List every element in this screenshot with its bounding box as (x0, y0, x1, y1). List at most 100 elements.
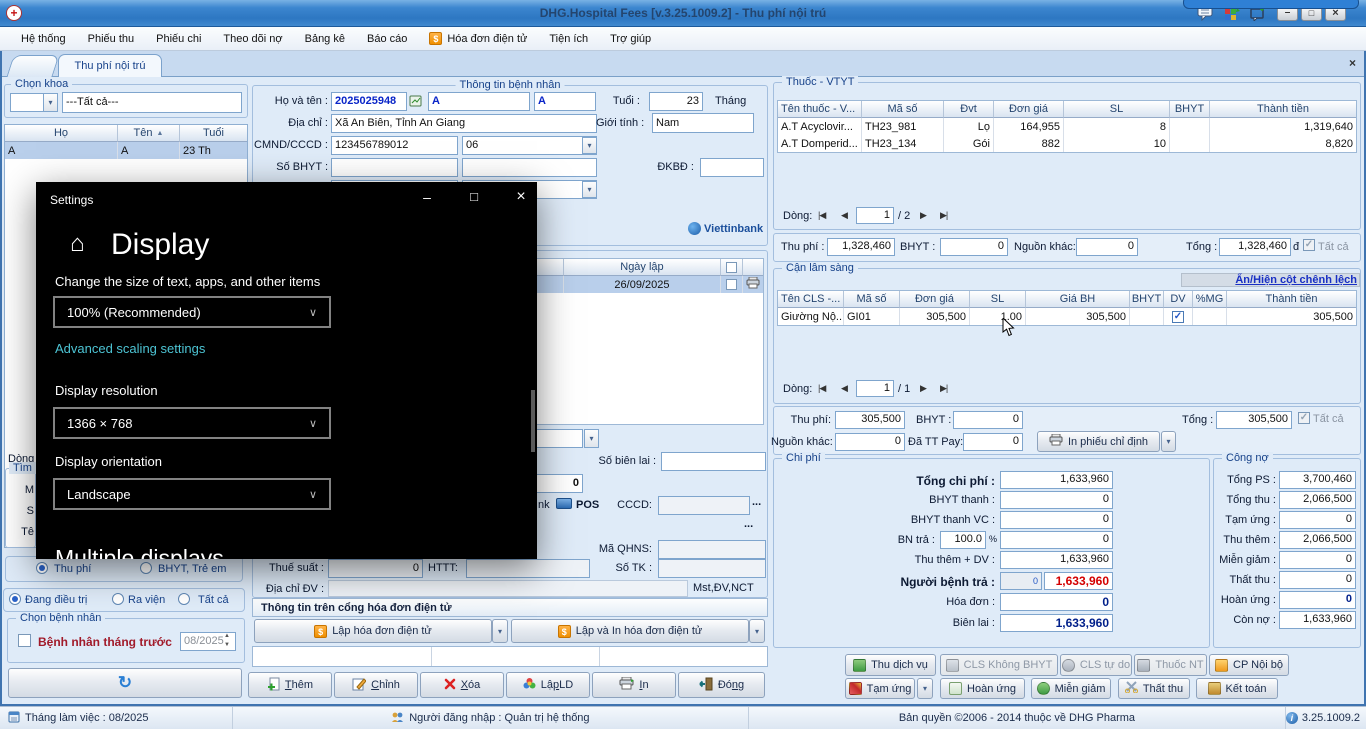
bhyt2-field[interactable] (462, 158, 597, 177)
tong-ps-field[interactable]: 3,700,460 (1279, 471, 1356, 489)
cls-tu-do-button[interactable]: CLS tự do (1060, 654, 1132, 676)
drugs-nav-first[interactable]: |◀ (818, 210, 826, 221)
age-field[interactable]: 23 (649, 92, 703, 111)
cls-nav-first[interactable]: |◀ (818, 383, 826, 394)
print-order-button[interactable]: In phiếu chỉ định (1037, 431, 1160, 452)
bien-lai-field[interactable]: 1,633,960 (1000, 614, 1113, 632)
tam-ung-button[interactable]: Tạm ứng (845, 678, 915, 699)
drugs-all-checkbox[interactable]: ✓ (1303, 239, 1315, 251)
drugs-header[interactable]: Tên thuốc - V... Mã số Đvt Đơn giá SL BH… (778, 101, 1356, 118)
mien-giam-button[interactable]: Miễn giảm (1031, 678, 1111, 699)
month-spinner-down-icon[interactable]: ▼ (224, 642, 230, 648)
make-einvoice-dropdown[interactable]: ▾ (492, 619, 508, 643)
menu-phieu-chi[interactable]: Phiếu chi (145, 33, 212, 45)
drug-row[interactable]: A.T Domperid... TH23_134 Gói 882 10 8,82… (778, 135, 1356, 152)
tong-chi-phi-field[interactable]: 1,633,960 (1000, 471, 1113, 489)
sotk-field[interactable] (658, 559, 766, 578)
hoan-ung-field[interactable]: 0 (1279, 591, 1356, 609)
tam-ung-dropdown[interactable]: ▾ (917, 678, 933, 699)
menu-tro-giup[interactable]: Trợ giúp (599, 33, 662, 45)
cls-nav-next[interactable]: ▶ (920, 383, 927, 394)
settings-restore-button[interactable]: □ (459, 189, 489, 204)
cccd-browse-button[interactable]: ... (752, 496, 761, 508)
cls-tong-field[interactable]: 305,500 (1216, 411, 1292, 429)
drugs-nav-last[interactable]: ▶| (940, 210, 948, 221)
settings-minimize-button[interactable]: – (412, 189, 442, 205)
receipt-row-checkbox[interactable] (726, 279, 738, 290)
drugs-tong-field[interactable]: 1,328,460 (1219, 238, 1291, 256)
that-thu-field[interactable]: 0 (1279, 571, 1356, 589)
cls-khac-field[interactable]: 0 (835, 433, 905, 451)
ra-vien-label[interactable]: Ra viện (128, 594, 165, 606)
hoa-don-field[interactable]: 0 (1000, 593, 1113, 611)
make-print-einvoice-button[interactable]: Lập và In hóa đơn điện tử (511, 619, 749, 643)
tong-thu-field[interactable]: 2,066,500 (1279, 491, 1356, 509)
resolution-dropdown[interactable]: 1366 × 768 ∨ (53, 407, 331, 439)
bhyt-field[interactable] (331, 158, 458, 177)
ra-vien-radio[interactable] (112, 593, 124, 605)
cls-thu-field[interactable]: 305,500 (835, 411, 905, 429)
cls-nav-prev[interactable]: ◀ (841, 383, 848, 394)
nguoi-benh-tra-aux-field[interactable]: 0 (1000, 572, 1042, 590)
xoa-button[interactable]: Xóa (420, 672, 504, 698)
drugs-nav-prev[interactable]: ◀ (841, 210, 848, 221)
settings-close-button[interactable]: × (506, 188, 536, 206)
make-print-einvoice-dropdown[interactable]: ▾ (749, 619, 765, 643)
thue-field[interactable]: 0 (328, 559, 423, 578)
chinh-button[interactable]: Chỉnh (334, 672, 418, 698)
hidden-row-dropdown-arrow[interactable]: ▾ (582, 181, 597, 198)
menu-tien-ich[interactable]: Tiện ích (538, 33, 599, 45)
cls-khong-bhyt-button[interactable]: CLS Không BHYT (940, 654, 1058, 676)
settings-scrollbar[interactable] (531, 390, 535, 452)
menu-theo-doi-no[interactable]: Theo dõi nợ (212, 33, 293, 45)
pos-icon[interactable] (556, 498, 572, 509)
drugs-nav-next[interactable]: ▶ (920, 210, 927, 221)
dv-addr-field[interactable] (328, 580, 688, 597)
nguoi-benh-tra-field[interactable]: 1,633,960 (1044, 572, 1113, 590)
them-button[interactable]: Thêm (248, 672, 332, 698)
date-dropdown-arrow[interactable]: ▾ (584, 429, 599, 448)
bhyt-thanh-vc-field[interactable]: 0 (1000, 511, 1113, 529)
tab-thu-phi-noi-tru[interactable]: Thu phí nội trú (58, 54, 162, 77)
khoa-value-field[interactable]: ---Tất cả--- (62, 92, 242, 113)
thu-them-dv-field[interactable]: 1,633,960 (1000, 551, 1113, 569)
thu-them-field[interactable]: 2,066,500 (1279, 531, 1356, 549)
cls-header[interactable]: Tên CLS -... Mã số Đơn giá SL Giá BH BHY… (778, 291, 1356, 308)
orientation-dropdown[interactable]: Landscape ∨ (53, 478, 331, 510)
dang-dieu-tri-radio[interactable] (9, 593, 21, 605)
address-field[interactable]: Xã An Biên, Tỉnh An Giang (331, 114, 597, 133)
id-type-field[interactable]: 06 (462, 136, 597, 155)
bn-tra-field[interactable]: 0 (1000, 531, 1113, 549)
patient-last-field[interactable]: A (534, 92, 596, 111)
thu-phi-radio-label[interactable]: Thu phí (54, 563, 91, 575)
id-field[interactable]: 123456789012 (331, 136, 458, 155)
cls-tt-field[interactable]: 0 (963, 433, 1023, 451)
settings-window[interactable]: Settings – □ × ⌂ Display Change the size… (36, 182, 537, 559)
that-thu-button[interactable]: Thất thu (1118, 678, 1190, 699)
menu-bang-ke[interactable]: Bảng kê (294, 33, 356, 45)
bhyt-treem-radio-label[interactable]: BHYT, Trẻ em (158, 563, 226, 575)
khoa-dropdown-arrow[interactable]: ▾ (43, 93, 58, 112)
cls-nav-last[interactable]: ▶| (940, 383, 948, 394)
cccd-field[interactable] (658, 496, 750, 515)
drug-row[interactable]: A.T Acyclovir... TH23_981 Lọ 164,955 8 1… (778, 118, 1356, 135)
in-button[interactable]: In (592, 672, 676, 698)
cls-bhyt-field[interactable]: 0 (953, 411, 1023, 429)
httt-field[interactable] (466, 559, 590, 578)
receipt-no-field[interactable] (661, 452, 766, 471)
prev-month-label[interactable]: Bệnh nhân tháng trước (38, 635, 172, 649)
cp-noi-bo-button[interactable]: CP Nội bộ (1209, 654, 1289, 676)
scale-dropdown[interactable]: 100% (Recommended) ∨ (53, 296, 331, 328)
cls-diff-link[interactable]: Ẩn/Hiện cột chênh lệch (1181, 273, 1360, 287)
tam-ung-field[interactable]: 0 (1279, 511, 1356, 529)
dkbd-field[interactable] (700, 158, 764, 177)
tat-ca-radio[interactable] (178, 593, 190, 605)
sex-field[interactable]: Nam (652, 113, 754, 133)
drugs-bhyt-field[interactable]: 0 (940, 238, 1008, 256)
drugs-thu-field[interactable]: 1,328,460 (827, 238, 895, 256)
lapld-button[interactable]: LậpLD (506, 672, 590, 698)
cls-page-field[interactable]: 1 (856, 380, 894, 397)
ket-toan-button[interactable]: Kết toán (1196, 678, 1278, 699)
bhyt-treem-radio[interactable] (140, 562, 152, 574)
tat-ca-label[interactable]: Tất cả (198, 594, 229, 606)
